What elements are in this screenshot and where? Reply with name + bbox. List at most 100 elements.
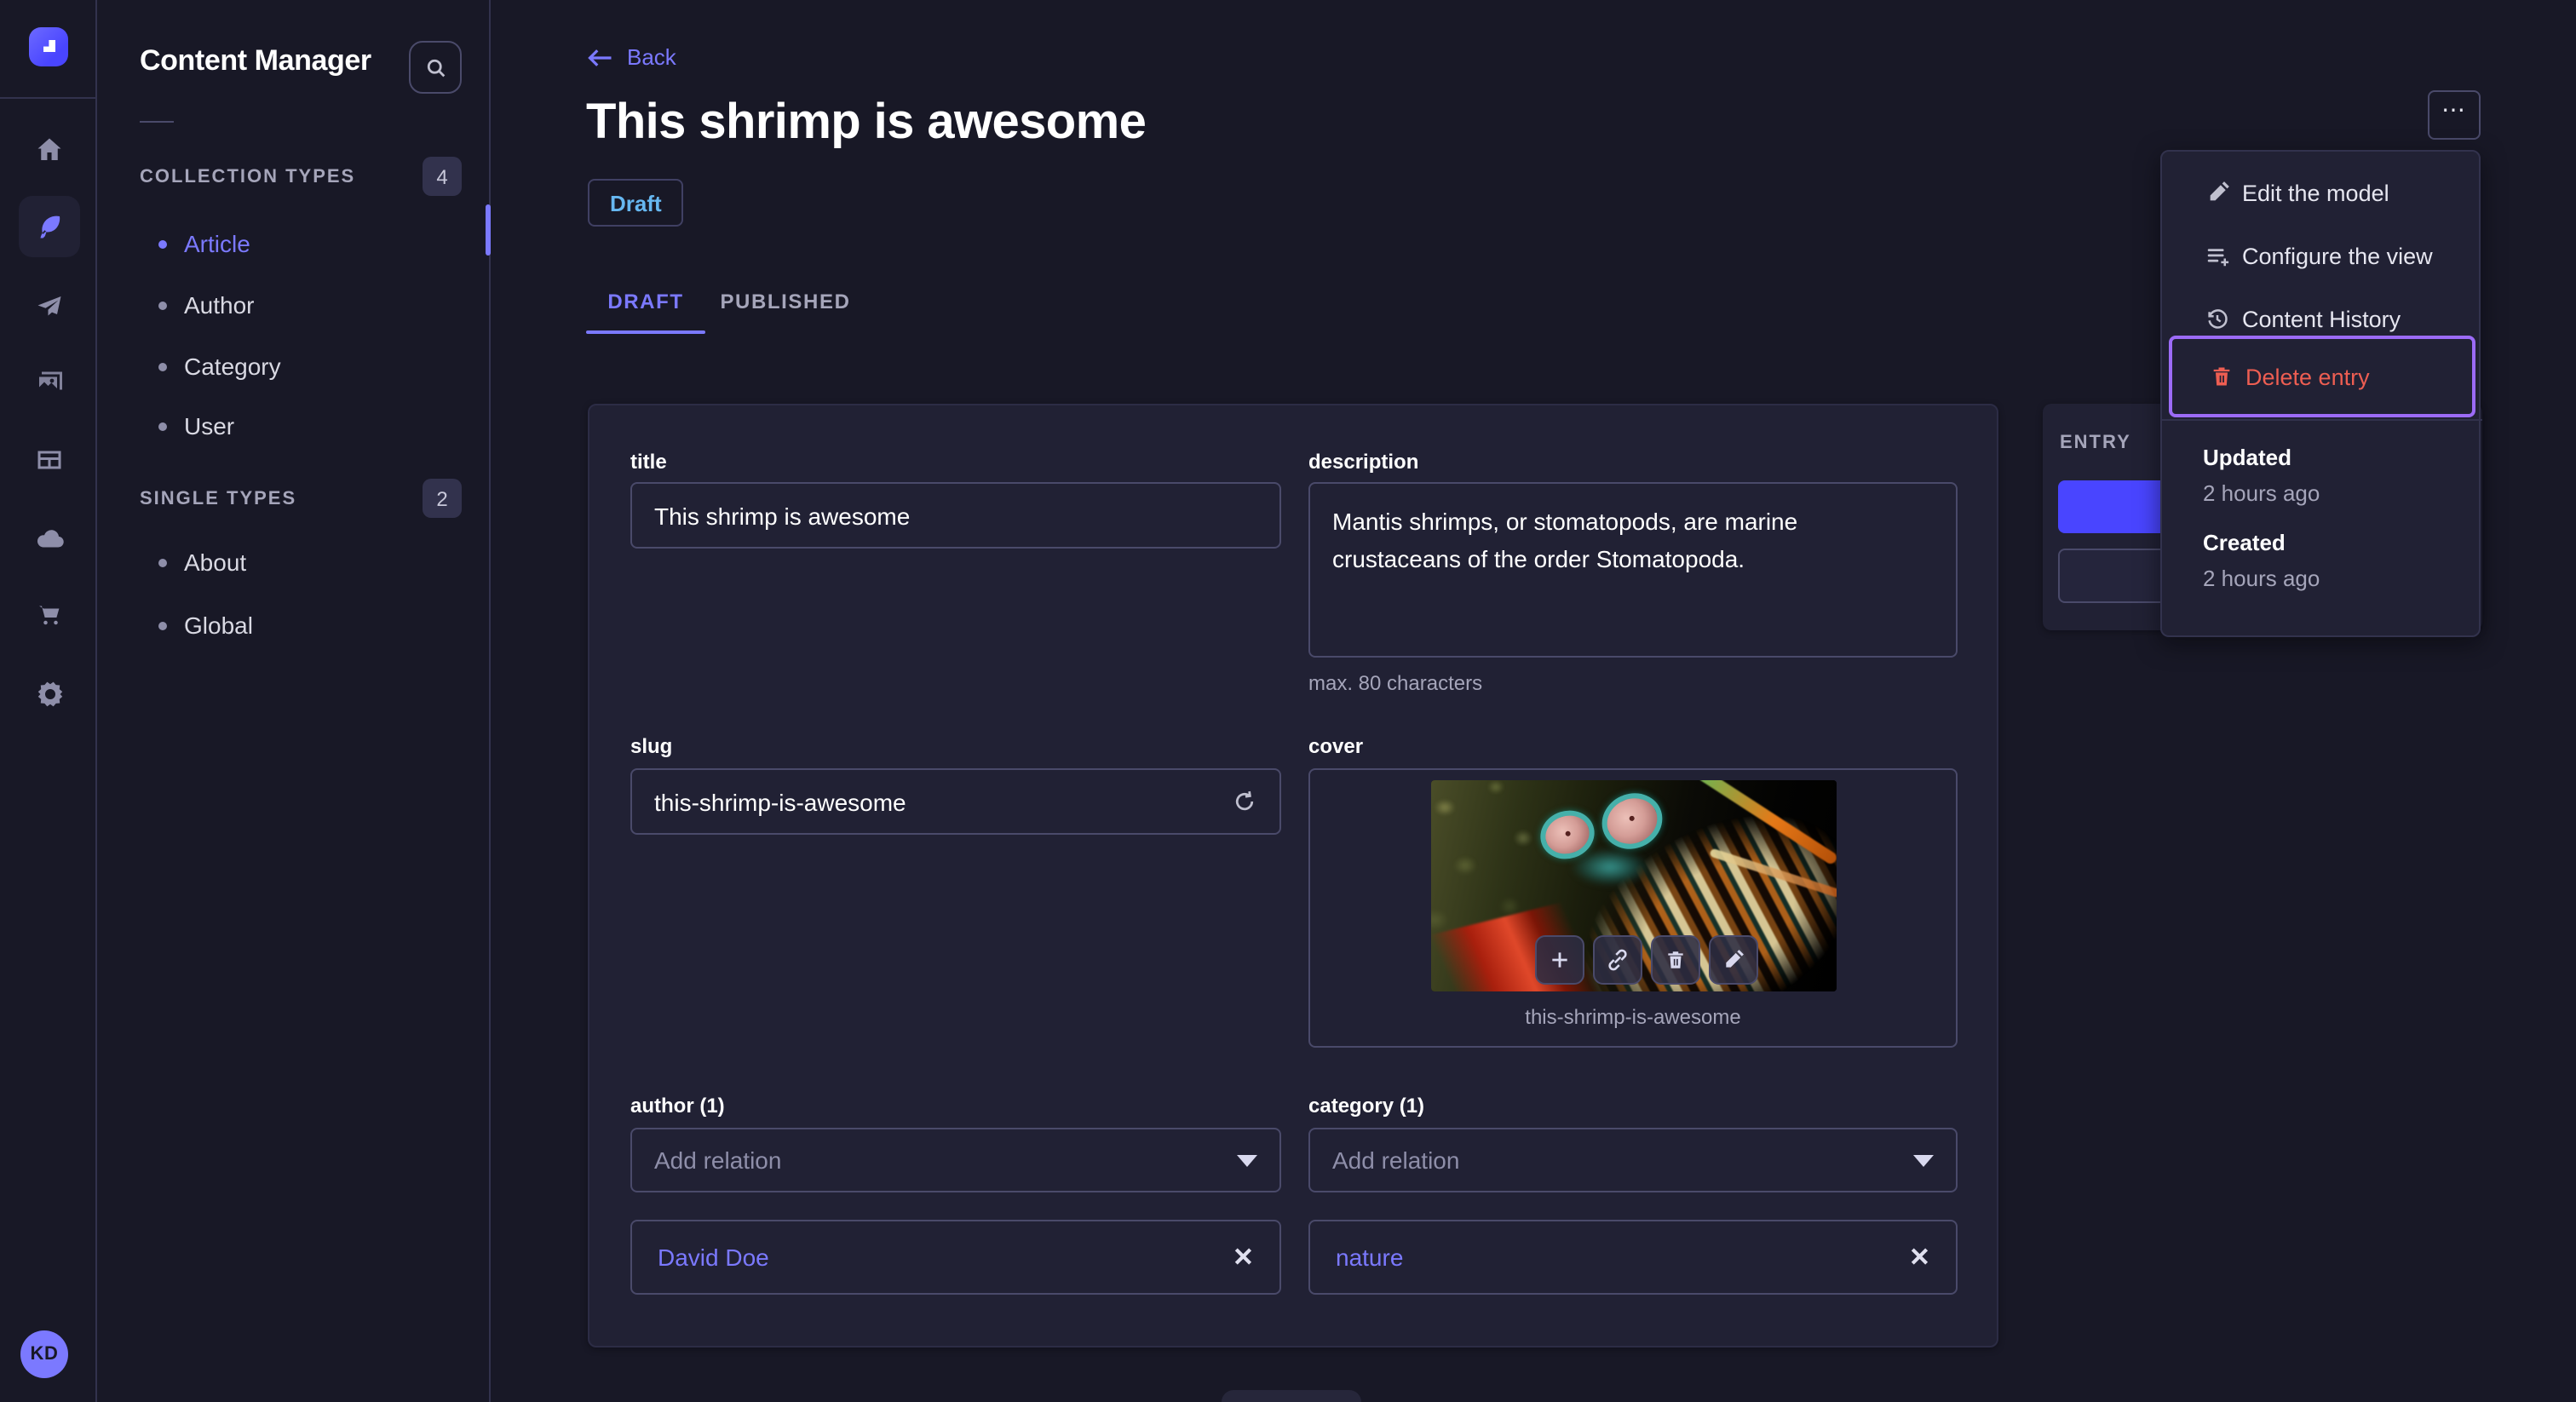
user-avatar[interactable]: KD	[20, 1330, 68, 1378]
more-actions-button[interactable]: ⋯	[2428, 90, 2481, 140]
sidebar-title: Content Manager	[140, 44, 371, 77]
title-input[interactable]: This shrimp is awesome	[630, 482, 1281, 549]
single-types-heading: SINGLE TYPES	[140, 489, 297, 509]
remove-category-button[interactable]: ✕	[1909, 1242, 1930, 1273]
menu-item-label: Edit the model	[2242, 180, 2389, 205]
menu-item-label: Content History	[2242, 306, 2401, 331]
menu-item-edit-model[interactable]: Edit the model	[2162, 162, 2482, 223]
trash-icon	[1668, 951, 1683, 968]
description-field-label: description	[1308, 450, 1419, 474]
cover-image-art	[1571, 848, 1649, 886]
menu-divider	[2162, 419, 2482, 421]
status-badge: Draft	[588, 179, 684, 227]
title-field-label: title	[630, 450, 667, 474]
refresh-icon	[1235, 790, 1254, 811]
sidebar-item-label: User	[184, 412, 235, 440]
menu-item-configure-view[interactable]: Configure the view	[2162, 225, 2482, 286]
single-types-count: 2	[423, 479, 462, 518]
category-relation-combobox[interactable]: Add relation	[1308, 1128, 1958, 1192]
back-label: Back	[627, 44, 676, 70]
cover-actions	[1535, 935, 1758, 985]
sidebar-item-author[interactable]: Author	[140, 286, 463, 324]
bullet-icon	[158, 301, 167, 309]
author-relation-combobox[interactable]: Add relation	[630, 1128, 1281, 1192]
sidebar-item-label: About	[184, 549, 247, 576]
bullet-icon	[158, 558, 167, 566]
pencil-icon	[1726, 950, 1744, 968]
page-title: This shrimp is awesome	[586, 95, 1147, 150]
edit-form-panel: title This shrimp is awesome description…	[588, 404, 1998, 1347]
category-relation-link[interactable]: nature	[1336, 1244, 1403, 1271]
menu-item-label: Configure the view	[2242, 243, 2433, 268]
author-field-label: author (1)	[630, 1094, 725, 1118]
regenerate-slug-button[interactable]	[1232, 789, 1257, 814]
updated-value: 2 hours ago	[2203, 480, 2320, 506]
nav-deploy-icon[interactable]	[19, 508, 80, 569]
strapi-logo[interactable]	[29, 27, 68, 66]
link-icon	[1608, 949, 1627, 971]
nav-media-library-icon[interactable]	[19, 353, 80, 414]
bullet-icon	[158, 621, 167, 629]
cover-field-label: cover	[1308, 734, 1364, 758]
category-relation-item: nature ✕	[1308, 1220, 1958, 1295]
chevron-down-icon	[1237, 1154, 1257, 1166]
plus-icon	[1552, 952, 1567, 968]
nav-settings-icon[interactable]	[19, 663, 80, 724]
add-asset-button[interactable]	[1535, 935, 1584, 985]
nav-marketplace-icon[interactable]	[19, 584, 80, 646]
arrow-left-icon	[588, 49, 612, 66]
author-relation-item: David Doe ✕	[630, 1220, 1281, 1295]
sidebar-item-user[interactable]: User	[140, 407, 463, 445]
title-input-value: This shrimp is awesome	[654, 502, 911, 529]
bullet-icon	[158, 422, 167, 430]
app-window: KD Content Manager COLLECTION TYPES 4 Ar…	[0, 0, 2576, 1402]
nav-content-manager-icon[interactable]	[19, 196, 80, 257]
nav-home-icon[interactable]	[19, 119, 80, 181]
nav-releases-icon[interactable]	[19, 276, 80, 337]
chevron-down-icon	[1913, 1154, 1934, 1166]
created-label: Created	[2203, 530, 2286, 555]
edit-asset-button[interactable]	[1709, 935, 1758, 985]
created-value: 2 hours ago	[2203, 566, 2320, 591]
bullet-icon	[158, 362, 167, 371]
sidebar-item-article[interactable]: Article	[140, 225, 463, 262]
sidebar-item-label: Author	[184, 291, 255, 319]
bullet-icon	[158, 239, 167, 248]
copy-link-button[interactable]	[1593, 935, 1642, 985]
remove-author-button[interactable]: ✕	[1233, 1242, 1254, 1273]
tab-published[interactable]: PUBLISHED	[705, 273, 865, 329]
sidebar-divider	[140, 121, 174, 123]
sidebar-item-category[interactable]: Category	[140, 348, 463, 385]
category-field-label: category (1)	[1308, 1094, 1425, 1118]
nav-content-type-builder-icon[interactable]	[19, 429, 80, 491]
author-relation-link[interactable]: David Doe	[658, 1244, 769, 1271]
sidebar-item-label: Global	[184, 612, 253, 639]
description-helper: max. 80 characters	[1308, 671, 1483, 695]
description-textarea[interactable]: Mantis shrimps, or stomatopods, are mari…	[1308, 482, 1958, 658]
active-tab-underline	[586, 330, 705, 334]
menu-item-delete-entry[interactable]: Delete entry	[2169, 336, 2475, 417]
cover-field-card: this-shrimp-is-awesome	[1308, 768, 1958, 1048]
tab-draft[interactable]: DRAFT	[586, 273, 705, 329]
collection-types-heading: COLLECTION TYPES	[140, 167, 356, 187]
slug-input-value: this-shrimp-is-awesome	[654, 788, 906, 815]
slug-input[interactable]: this-shrimp-is-awesome	[630, 768, 1281, 835]
sidebar-scrollbar-thumb[interactable]	[486, 204, 491, 256]
entry-panel-heading: ENTRY	[2060, 433, 2131, 453]
delete-asset-button[interactable]	[1651, 935, 1700, 985]
slug-field-label: slug	[630, 734, 673, 758]
collection-types-count: 4	[423, 157, 462, 196]
search-icon	[426, 58, 445, 77]
menu-item-label: Delete entry	[2245, 364, 2370, 389]
sidebar-item-global[interactable]: Global	[140, 606, 463, 644]
configure-list-icon	[2205, 243, 2230, 268]
description-value: Mantis shrimps, or stomatopods, are mari…	[1332, 508, 1798, 572]
sidebar-item-about[interactable]: About	[140, 543, 463, 581]
search-button[interactable]	[409, 41, 462, 94]
scroll-pill[interactable]	[1222, 1390, 1361, 1402]
back-link[interactable]: Back	[588, 44, 676, 70]
main-nav-rail: KD	[0, 0, 97, 1402]
actions-menu: Edit the model Configure the view Conten…	[2160, 150, 2482, 637]
sidebar-item-label: Article	[184, 230, 250, 257]
content-manager-sidebar: Content Manager COLLECTION TYPES 4 Artic…	[97, 0, 491, 1402]
